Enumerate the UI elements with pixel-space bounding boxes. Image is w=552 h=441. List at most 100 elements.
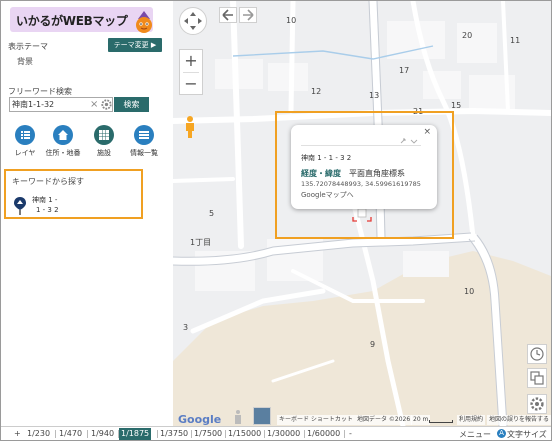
scale-option[interactable]: 1/15000 (228, 429, 261, 438)
google-logo: Google (178, 413, 222, 426)
scale-bar-graphic (429, 420, 453, 423)
pan-control[interactable] (179, 7, 207, 35)
keyboard-shortcuts-link[interactable]: キーボード ショートカット (277, 415, 355, 425)
map-label: 3 (183, 323, 189, 332)
map-label: 9 (370, 340, 376, 349)
category-info-list-button[interactable]: 情報一覧 (126, 125, 162, 158)
popup-coordinates: 135.72078448993, 34.59961619785 (301, 180, 421, 188)
map-label: 5 (209, 209, 215, 218)
search-box: × (9, 97, 113, 112)
scale-label: 20 m (411, 415, 431, 425)
scale-separator: | (263, 429, 266, 438)
scale-separator: | (156, 429, 159, 438)
category-facility-label: 施設 (97, 149, 111, 157)
app-window: いかるがWEBマップ 表示テーマ テーマ変更 ▶ 背景 フリーワード検索 × 検… (0, 0, 552, 441)
map-label: 15 (451, 101, 462, 110)
category-address-label: 住所・地番 (45, 149, 81, 157)
scale-option[interactable]: 1/30000 (267, 429, 300, 438)
home-icon (53, 125, 73, 145)
zoom-out-button[interactable]: − (180, 74, 202, 94)
satellite-thumbnail[interactable] (253, 407, 271, 425)
scale-separator: | (86, 429, 89, 438)
map-data-attribution: 地図データ ©2026 (355, 415, 413, 425)
menu-button[interactable]: メニュー (459, 429, 491, 440)
scale-option[interactable]: 1/470 (59, 429, 82, 438)
share-icon[interactable] (399, 137, 423, 145)
arrow-right-icon (243, 9, 254, 21)
search-button[interactable]: 検索 (114, 97, 149, 112)
list-icon (15, 125, 35, 145)
freeword-label: フリーワード検索 (8, 87, 72, 96)
scale-plus-button[interactable]: + (14, 429, 21, 438)
terms-link[interactable]: 利用規約 (457, 415, 486, 425)
category-layer-label: レイヤ (14, 149, 36, 157)
search-input[interactable] (12, 98, 90, 111)
scale-minus-button[interactable]: - (349, 429, 352, 438)
popup-address: 神南 1 - 1 - 3 2 (301, 154, 352, 162)
popup-close-button[interactable]: × (423, 127, 431, 137)
google-maps-link[interactable]: Googleマップへ (301, 190, 354, 200)
mascot-icon (136, 11, 152, 33)
sidebar: いかるがWEBマップ 表示テーマ テーマ変更 ▶ 背景 フリーワード検索 × 検… (1, 1, 173, 426)
keyword-result-line2: 1 - 3 2 (36, 206, 59, 214)
report-error-link[interactable]: 地図の誤りを報告する (487, 415, 551, 425)
keyword-result-item[interactable]: 神南 1 - 1 - 3 2 (32, 195, 59, 215)
map-label: 11 (510, 36, 521, 45)
back-button[interactable] (219, 7, 237, 23)
settings-button[interactable] (527, 394, 547, 414)
scale-option[interactable]: 1/230 (27, 429, 50, 438)
text-size-icon[interactable]: A (497, 429, 506, 438)
theme-value: 背景 (17, 57, 33, 66)
category-info-list-label: 情報一覧 (130, 149, 158, 157)
scale-separator: | (224, 429, 227, 438)
scale-selector-bar: + 1/230 | 1/470 | 1/940 | 1/1875 | 1/375… (1, 426, 551, 440)
map-view[interactable]: + − 10 20 11 12 13 15 17 21 23 5 1丁目 10 … (173, 1, 551, 426)
map-label: 17 (399, 66, 410, 75)
pegman-small-icon[interactable] (233, 409, 243, 425)
scale-separator: | (190, 429, 193, 438)
logo-text: いかるがWEBマップ (16, 14, 128, 28)
scale-option[interactable]: 1/7500 (194, 429, 222, 438)
map-label: 10 (286, 16, 297, 25)
facility-grid-icon (94, 125, 114, 145)
gear-icon (530, 397, 544, 411)
keyword-title: キーワードから探す (12, 177, 84, 186)
keyword-search-box: キーワードから探す 神南 1 - 1 - 3 2 (4, 169, 143, 219)
zoom-in-button[interactable]: + (180, 51, 202, 71)
keyword-result-line1: 神南 1 - (32, 196, 58, 204)
zoom-control: + − (179, 49, 203, 95)
arrow-left-icon (222, 9, 233, 21)
map-label: 12 (311, 87, 322, 96)
scale-option-active[interactable]: 1/1875 (119, 428, 152, 440)
theme-label: 表示テーマ (8, 42, 48, 51)
location-popup: × 神南 1 - 1 - 3 2 経度・緯度 平面直角座標系 135.72078… (291, 125, 437, 209)
tab-plane-coords[interactable]: 平面直角座標系 (349, 168, 405, 179)
category-facility-button[interactable]: 施設 (86, 125, 122, 158)
compass-icon (184, 12, 202, 30)
scale-separator: | (303, 429, 306, 438)
tab-lonlat[interactable]: 経度・緯度 (301, 168, 341, 179)
map-label: 1丁目 (190, 238, 212, 247)
clear-icon[interactable]: × (90, 99, 98, 110)
scale-separator: | (54, 429, 57, 438)
layer-copy-button[interactable] (527, 368, 547, 388)
map-label: 20 (462, 31, 473, 40)
gear-icon[interactable] (101, 99, 112, 110)
zoom-divider (183, 72, 199, 73)
measure-button[interactable] (527, 344, 547, 364)
text-size-button[interactable]: 文字サイズ (507, 429, 547, 440)
scale-option[interactable]: 1/940 (91, 429, 114, 438)
copy-icon (530, 371, 544, 385)
scale-option[interactable]: 1/3750 (160, 429, 188, 438)
category-layer-button[interactable]: レイヤ (7, 125, 43, 158)
app-logo[interactable]: いかるがWEBマップ (10, 7, 153, 33)
map-label: 10 (464, 287, 475, 296)
clock-icon (530, 347, 544, 361)
forward-button[interactable] (239, 7, 257, 23)
category-address-button[interactable]: 住所・地番 (45, 125, 81, 158)
map-label: 13 (369, 91, 380, 100)
popup-divider (301, 145, 421, 146)
scale-option[interactable]: 1/60000 (307, 429, 340, 438)
street-view-pegman-icon[interactable] (183, 115, 197, 139)
theme-change-button[interactable]: テーマ変更 ▶ (108, 38, 162, 52)
